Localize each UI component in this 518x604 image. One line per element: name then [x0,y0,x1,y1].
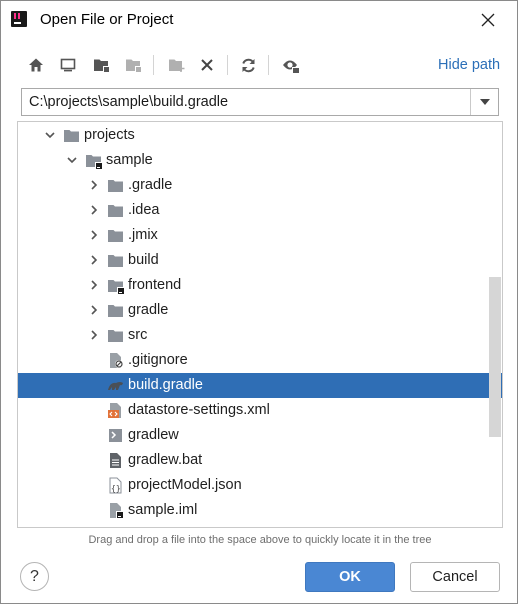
home-icon [29,58,43,72]
tree-scrollbar[interactable] [489,277,501,437]
delete-button[interactable] [196,53,218,77]
tree-row[interactable]: gradlew.bat [18,448,502,473]
tree-row[interactable]: .gradle [18,173,502,198]
folder-icon [107,327,124,344]
new-folder-button[interactable] [165,53,187,77]
drag-drop-hint: Drag and drop a file into the space abov… [88,534,432,546]
chevron-down-icon [479,99,490,105]
path-history-dropdown[interactable] [470,89,498,115]
tree-row[interactable]: projects [18,123,502,148]
chevron-right-icon[interactable] [87,278,101,292]
tree-item-label: projectModel.json [128,477,242,493]
chevron-down-icon[interactable] [65,153,79,167]
home-button[interactable] [25,53,47,77]
ignore-file-icon [107,352,124,369]
chevron-right-icon[interactable] [87,328,101,342]
tree-item-label: src [128,327,148,343]
refresh-button[interactable] [237,53,259,77]
chevron-right-icon[interactable] [87,228,101,242]
tree-item-label: .gitignore [128,352,188,368]
intellij-app-icon [11,11,27,27]
chevron-right-icon[interactable] [87,253,101,267]
project-folder-button[interactable] [90,53,112,77]
tree-item-label: projects [84,127,135,143]
dialog-title: Open File or Project [40,11,174,28]
tree-row[interactable]: .jmix [18,223,502,248]
xml-file-icon [107,402,124,419]
tree-item-label: gradlew.bat [128,452,203,468]
tree-item-label: build [128,252,159,268]
show-hidden-button[interactable] [280,53,302,77]
tree-row[interactable]: gradlew [18,423,502,448]
tree-row[interactable]: {} projectModel.json [18,473,502,498]
help-button[interactable]: ? [20,562,49,591]
path-field [21,88,499,116]
module-folder-button[interactable] [122,53,144,77]
folder-icon [107,227,124,244]
tree-row[interactable]: sample.iml [18,498,502,523]
tree-row[interactable]: gradle [18,298,502,323]
open-file-dialog: Open File or Project Hide path C:\projec… [0,0,518,604]
tree-item-label: gradlew [128,427,179,443]
hide-path-link[interactable]: Hide path [438,57,500,73]
desktop-button[interactable] [57,53,79,77]
refresh-icon [241,58,255,72]
new-folder-icon [168,59,184,72]
tree-row[interactable]: datastore-settings.xml [18,398,502,423]
chevron-right-icon[interactable] [87,303,101,317]
tree-row[interactable]: build.gradle [18,373,502,398]
folder-icon [107,252,124,269]
folder-icon [107,202,124,219]
iml-file-icon [107,502,124,519]
project-folder-icon [107,277,124,294]
title-bar: Open File or Project [1,1,517,39]
close-button[interactable] [471,5,505,35]
tree-row[interactable]: src [18,323,502,348]
shell-file-icon [107,427,124,444]
tree-row[interactable]: frontend [18,273,502,298]
tree-row[interactable]: sample [18,148,502,173]
path-input[interactable] [22,89,470,115]
text-file-icon [107,452,124,469]
tree-row[interactable]: build [18,248,502,273]
toolbar [25,53,505,77]
module-folder-icon [125,59,141,72]
show-hidden-icon [283,60,299,73]
project-folder-icon [85,152,102,169]
tree-row[interactable]: .gitignore [18,348,502,373]
delete-icon [201,59,213,71]
tree-item-label: sample [106,152,153,168]
tree-row[interactable]: .idea [18,198,502,223]
tree-item-label: .jmix [128,227,158,243]
tree-item-label: .gradle [128,177,173,193]
chevron-right-icon[interactable] [87,203,101,217]
folder-icon [107,302,124,319]
tree-item-label: build.gradle [128,377,203,393]
ok-button[interactable]: OK [305,562,395,592]
tree-item-label: .idea [128,202,160,218]
json-file-icon: {} [107,477,124,494]
svg-text:{}: {} [111,484,121,493]
tree-item-label: sample.iml [128,502,198,518]
file-tree[interactable]: projects sample .gradle .idea .jmix build fron… [17,121,503,528]
tree-item-label: frontend [128,277,182,293]
chevron-down-icon[interactable] [43,128,57,142]
project-folder-icon [93,59,109,72]
tree-item-label: gradle [128,302,169,318]
tree-item-label: datastore-settings.xml [128,402,270,418]
desktop-icon [60,58,76,72]
close-icon [481,13,495,27]
folder-icon [63,127,80,144]
gradle-file-icon [107,377,124,394]
cancel-button[interactable]: Cancel [410,562,500,592]
folder-icon [107,177,124,194]
chevron-right-icon[interactable] [87,178,101,192]
